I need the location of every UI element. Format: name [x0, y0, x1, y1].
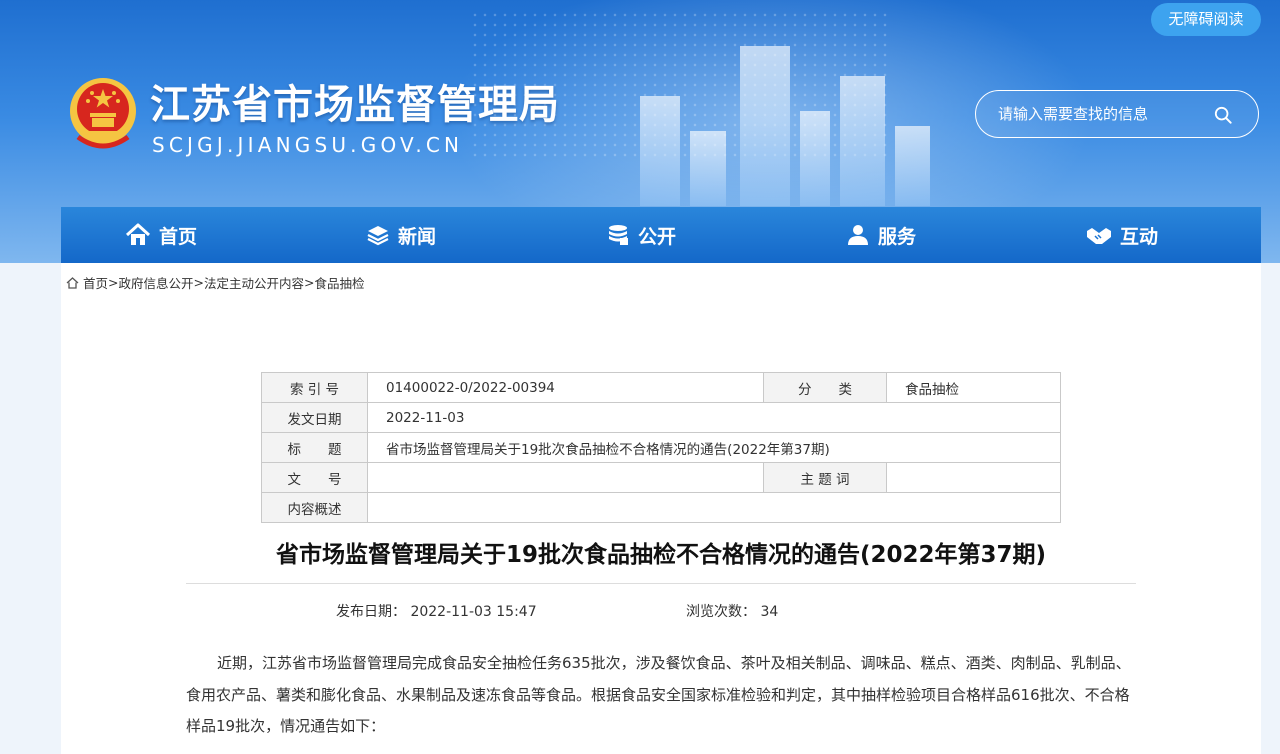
index-label: 索 引 号	[261, 372, 368, 403]
table-row: 标 题 省市场监督管理局关于19批次食品抽检不合格情况的通告(2022年第37期…	[261, 432, 1061, 463]
view-count: 浏览次数： 34	[686, 601, 778, 621]
breadcrumb-separator: >	[193, 275, 204, 290]
title-divider	[186, 583, 1136, 584]
breadcrumb-home-icon	[66, 276, 79, 289]
date-value: 2022-11-03	[367, 402, 1061, 433]
views-value: 34	[760, 604, 779, 620]
breadcrumb-link-food-sampling[interactable]: 食品抽检	[315, 273, 365, 292]
search-input[interactable]	[998, 103, 1208, 125]
nav-item-interaction[interactable]: 互动	[1086, 207, 1158, 263]
summary-value	[367, 492, 1061, 523]
nav-item-news[interactable]: 新闻	[366, 207, 436, 263]
article-paragraph: 近期，江苏省市场监督管理局完成食品安全抽检任务635批次，涉及餐饮食品、茶叶及相…	[186, 654, 1131, 735]
breadcrumb: 首页 > 政府信息公开 > 法定主动公开内容 > 食品抽检	[66, 273, 365, 292]
table-row: 文 号 主 题 词	[261, 462, 1061, 493]
publish-date: 发布日期： 2022-11-03 15:47	[336, 601, 537, 621]
publish-value: 2022-11-03 15:47	[410, 604, 537, 620]
content-panel: 首页 > 政府信息公开 > 法定主动公开内容 > 食品抽检 索 引 号 0140…	[61, 263, 1261, 754]
summary-label: 内容概述	[261, 492, 368, 523]
accessibility-reading-button[interactable]: 无障碍阅读	[1151, 3, 1261, 36]
title-value: 省市场监督管理局关于19批次食品抽检不合格情况的通告(2022年第37期)	[367, 432, 1061, 463]
docno-label: 文 号	[261, 462, 368, 493]
publish-label: 发布日期：	[336, 604, 406, 620]
nav-item-label: 公开	[638, 225, 677, 248]
banner-building	[840, 76, 885, 206]
category-value: 食品抽检	[886, 372, 1061, 403]
docno-value	[367, 462, 764, 493]
breadcrumb-separator: >	[304, 275, 315, 290]
layers-icon	[367, 226, 389, 246]
table-row: 发文日期 2022-11-03	[261, 402, 1061, 433]
nav-item-label: 新闻	[398, 225, 437, 248]
nav-item-service[interactable]: 服务	[846, 207, 916, 263]
table-row: 内容概述	[261, 492, 1061, 523]
banner-building	[640, 96, 680, 206]
breadcrumb-link-gov-info[interactable]: 政府信息公开	[119, 273, 194, 292]
breadcrumb-link-statutory[interactable]: 法定主动公开内容	[204, 273, 304, 292]
document-meta-table: 索 引 号 01400022-0/2022-00394 分 类 食品抽检 发文日…	[261, 372, 1061, 523]
title-label: 标 题	[261, 432, 368, 463]
nav-item-label: 服务	[878, 225, 917, 248]
banner-building	[800, 111, 830, 206]
nav-item-home[interactable]: 首页	[125, 207, 197, 263]
search-icon[interactable]	[1214, 106, 1232, 124]
category-label: 分 类	[763, 372, 887, 403]
site-title: 江苏省市场监督管理局	[150, 82, 560, 128]
handshake-icon	[1087, 228, 1111, 244]
article-title: 省市场监督管理局关于19批次食品抽检不合格情况的通告(2022年第37期)	[275, 542, 1047, 568]
breadcrumb-link-home[interactable]: 首页	[83, 273, 108, 292]
index-value: 01400022-0/2022-00394	[367, 372, 764, 403]
table-row: 索 引 号 01400022-0/2022-00394 分 类 食品抽检	[261, 372, 1061, 403]
nav-item-label: 首页	[159, 225, 198, 248]
nav-item-public[interactable]: 公开	[606, 207, 676, 263]
national-emblem-icon	[70, 78, 136, 149]
keywords-label: 主 题 词	[763, 462, 887, 493]
site-domain: SCJGJ.JIANGSU.GOV.CN	[152, 133, 464, 157]
banner-building	[740, 46, 790, 206]
database-icon	[609, 225, 628, 245]
banner-building	[895, 126, 930, 206]
home-icon	[125, 223, 151, 245]
breadcrumb-separator: >	[108, 275, 119, 290]
search-box	[975, 90, 1259, 138]
views-label: 浏览次数：	[686, 604, 756, 620]
nav-item-label: 互动	[1120, 225, 1159, 248]
user-icon	[848, 225, 868, 245]
main-nav: 首页 新闻 公开 服务 互动	[61, 207, 1261, 263]
banner-building	[690, 131, 726, 206]
date-label: 发文日期	[261, 402, 368, 433]
keywords-value	[886, 462, 1061, 493]
